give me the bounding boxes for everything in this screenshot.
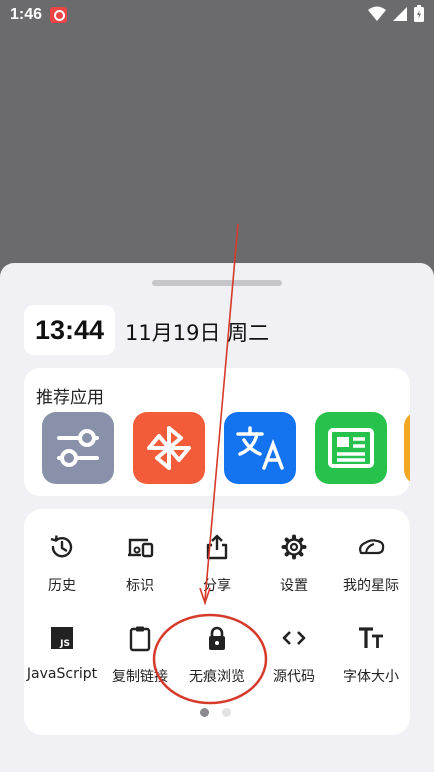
recommended-apps-title: 推荐应用 bbox=[36, 388, 104, 408]
menu-item-copy-link[interactable]: 复制链接 bbox=[102, 624, 178, 694]
menu-item-label: 标识 bbox=[126, 578, 154, 594]
recommended-apps-card: 推荐应用 bbox=[24, 368, 410, 496]
recommended-app-settings-tile[interactable] bbox=[42, 412, 114, 484]
menu-item-label: JavaScript bbox=[26, 666, 98, 682]
battery-icon bbox=[414, 5, 424, 22]
page-indicator bbox=[200, 708, 231, 717]
sliders-icon bbox=[57, 429, 99, 467]
history-icon bbox=[50, 535, 73, 558]
recommended-app-translate-tile[interactable] bbox=[224, 412, 296, 484]
font-size-icon bbox=[359, 627, 383, 648]
javascript-icon: JS bbox=[51, 627, 73, 649]
lock-icon bbox=[209, 626, 225, 650]
recommended-app-partial-tile[interactable] bbox=[404, 412, 410, 484]
menu-item-javascript[interactable]: JS JavaScript bbox=[24, 624, 100, 694]
pinwheel-icon bbox=[147, 426, 191, 470]
recommended-app-news-tile[interactable] bbox=[315, 412, 387, 484]
menu-item-settings[interactable]: 设置 bbox=[256, 533, 332, 603]
menu-item-label: 字体大小 bbox=[343, 669, 399, 685]
menu-item-label: 无痕浏览 bbox=[189, 669, 245, 685]
menu-item-label: 设置 bbox=[280, 578, 308, 594]
menu-item-my-interstellar[interactable]: 我的星际 bbox=[333, 533, 409, 603]
share-icon bbox=[206, 534, 228, 560]
wifi-icon bbox=[368, 6, 386, 21]
page-dot[interactable] bbox=[222, 708, 231, 717]
code-icon bbox=[282, 631, 306, 645]
menu-item-label: 分享 bbox=[203, 578, 231, 594]
clock-widget: 13:44 bbox=[24, 305, 115, 355]
menu-grid-card: 历史 标识 分享 设置 我的星际 JS JavaScript 复制链接 无痕浏览… bbox=[24, 509, 410, 735]
menu-item-identity[interactable]: 标识 bbox=[102, 533, 178, 603]
sheet-drag-handle[interactable] bbox=[152, 280, 282, 286]
menu-item-label: 复制链接 bbox=[112, 669, 168, 685]
gear-icon bbox=[281, 534, 307, 560]
status-icons bbox=[368, 5, 424, 22]
news-icon bbox=[328, 428, 374, 468]
cloud-icon bbox=[359, 539, 385, 555]
recommended-app-pinwheel-tile[interactable] bbox=[133, 412, 205, 484]
menu-item-font-size[interactable]: 字体大小 bbox=[333, 624, 409, 694]
status-time: 1:46 bbox=[10, 6, 43, 23]
status-bar: 1:46 bbox=[0, 0, 434, 30]
svg-text:JS: JS bbox=[59, 639, 70, 649]
bottom-sheet: 13:44 11月19日 周二 推荐应用 历史 标识 分享 设置 我的星际 JS… bbox=[0, 263, 434, 772]
signal-icon bbox=[393, 6, 407, 21]
clipboard-icon bbox=[129, 626, 151, 652]
menu-item-label: 源代码 bbox=[273, 669, 315, 685]
menu-item-label: 历史 bbox=[48, 578, 76, 594]
devices-icon bbox=[128, 538, 154, 558]
menu-item-label: 我的星际 bbox=[343, 578, 399, 594]
notification-app-icon bbox=[50, 7, 67, 23]
menu-item-source-code[interactable]: 源代码 bbox=[256, 624, 332, 694]
date-label: 11月19日 周二 bbox=[125, 321, 270, 345]
menu-item-incognito[interactable]: 无痕浏览 bbox=[179, 624, 255, 694]
menu-item-share[interactable]: 分享 bbox=[179, 533, 255, 603]
menu-item-history[interactable]: 历史 bbox=[24, 533, 100, 603]
page-dot-active[interactable] bbox=[200, 708, 209, 717]
translate-icon bbox=[236, 426, 284, 470]
